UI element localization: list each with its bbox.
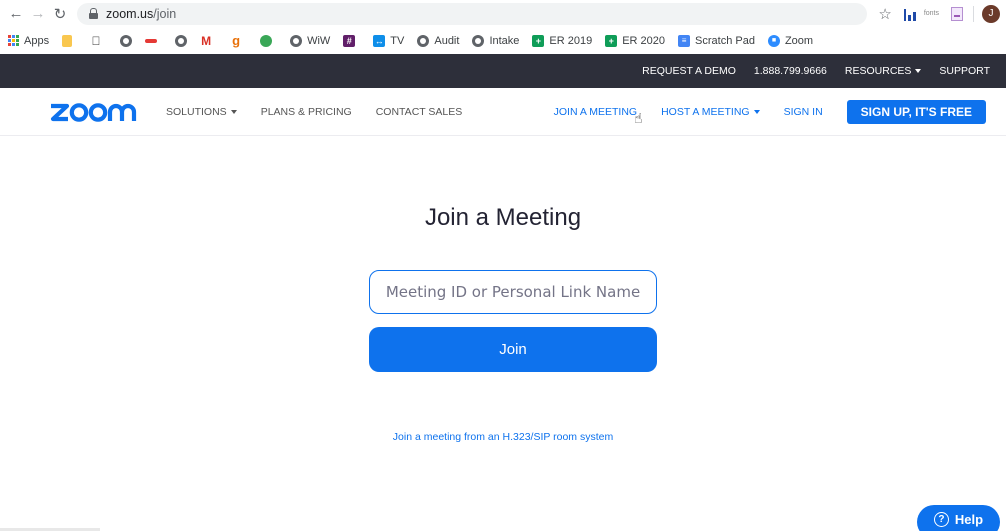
globe-icon [120, 34, 133, 47]
url-path: /join [153, 6, 177, 21]
extensions-area: ☆ fonts J [878, 0, 1006, 27]
gmail-icon: M [201, 33, 212, 48]
bookmark-folder[interactable] [62, 34, 77, 47]
sign-up-button[interactable]: SIGN UP, IT'S FREE [846, 100, 986, 124]
toolbar-divider [973, 5, 974, 22]
bookmark-green[interactable] [260, 34, 277, 47]
bookmark-slack[interactable]: # [343, 34, 360, 47]
bookmark-audit[interactable]: Audit [417, 34, 459, 47]
slack-icon: # [343, 34, 356, 47]
support-link[interactable]: SUPPORT [939, 65, 990, 77]
globe-icon [417, 34, 430, 47]
meeting-id-input[interactable] [369, 270, 657, 314]
address-bar[interactable]: zoom.us/join [77, 2, 867, 25]
question-icon: ? [933, 512, 949, 527]
bookmark-zoom[interactable]: ■ Zoom [767, 34, 813, 47]
bookmark-g[interactable]: g [230, 33, 247, 48]
docs-icon: ≡ [678, 34, 691, 47]
bookmark-intake[interactable]: Intake [472, 34, 519, 47]
red-bar-icon [145, 38, 158, 43]
reload-icon[interactable]: ↻ [49, 3, 71, 25]
bookmark-er-2019[interactable]: + ER 2019 [532, 34, 592, 47]
bookmark-red-bar[interactable] [145, 38, 162, 43]
profile-avatar[interactable]: J [982, 4, 1000, 23]
solutions-menu[interactable]: SOLUTIONS [166, 106, 237, 118]
globe-icon [175, 34, 188, 47]
zoom-logo-icon [50, 102, 137, 122]
contact-sales-link[interactable]: CONTACT SALES [376, 106, 463, 118]
bookmark-gmail[interactable]: M [200, 33, 217, 48]
teamviewer-icon: ↔ [373, 34, 386, 47]
g-icon: g [232, 33, 241, 48]
zoom-icon: ■ [767, 34, 780, 47]
bookmark-scratch-pad[interactable]: ≡ Scratch Pad [678, 34, 755, 47]
globe-icon [472, 34, 485, 47]
lock-icon [89, 8, 98, 19]
plans-pricing-link[interactable]: PLANS & PRICING [261, 106, 352, 118]
caret-down-icon [915, 69, 922, 74]
document-extension-icon[interactable] [951, 6, 963, 21]
request-demo-link[interactable]: REQUEST A DEMO [642, 65, 736, 77]
forward-arrow-icon[interactable]: → [27, 3, 49, 25]
green-blob-icon [260, 34, 273, 47]
help-button[interactable]: ? Help [917, 505, 1000, 531]
bookmark-star-icon[interactable]: ☆ [878, 5, 891, 23]
browser-toolbar: ← → ↻ zoom.us/join ☆ fonts J [0, 0, 1006, 27]
zoom-main-nav: SOLUTIONS PLANS & PRICING CONTACT SALES … [0, 88, 1006, 136]
bookmark-globe-1[interactable] [120, 34, 133, 47]
url-host: zoom.us [106, 6, 154, 21]
fonts-extension-icon[interactable]: fonts [924, 10, 939, 17]
back-arrow-icon[interactable]: ← [5, 3, 27, 25]
sign-in-link[interactable]: SIGN IN [784, 106, 823, 118]
bookmark-er-2020[interactable]: + ER 2020 [605, 34, 665, 47]
globe-icon [290, 34, 303, 47]
bookmark-apps[interactable]: Apps [8, 35, 49, 47]
bookmark-tv[interactable]: ↔ TV [373, 34, 404, 47]
zoom-logo[interactable] [50, 101, 140, 123]
resources-menu[interactable]: RESOURCES [845, 65, 922, 77]
zoom-top-bar: REQUEST A DEMO 1.888.799.9666 RESOURCES … [0, 54, 1006, 88]
bookmark-apple[interactable]:  [90, 34, 107, 48]
bookmark-globe-2[interactable] [175, 34, 188, 47]
phone-number-link[interactable]: 1.888.799.9666 [754, 65, 827, 77]
apple-icon:  [90, 34, 102, 48]
apps-grid-icon [8, 35, 19, 46]
folder-icon [62, 34, 73, 47]
caret-down-icon [753, 110, 760, 115]
host-meeting-menu[interactable]: HOST A MEETING [661, 106, 760, 118]
bookmark-wiw[interactable]: WiW [290, 34, 330, 47]
bookmarks-bar: Apps  M g WiW # ↔ TV Audit Intake + ER … [0, 27, 1006, 54]
bar-chart-extension-icon[interactable] [903, 7, 916, 21]
hand-cursor-icon: ☝ [634, 110, 643, 126]
join-meeting-link[interactable]: JOIN A MEETING [554, 106, 637, 118]
caret-down-icon [230, 109, 237, 114]
sheets-icon: + [605, 34, 618, 47]
sip-room-system-link[interactable]: Join a meeting from an H.323/SIP room sy… [0, 431, 1006, 443]
page-title: Join a Meeting [424, 204, 582, 231]
sheets-icon: + [532, 34, 545, 47]
join-button[interactable]: Join [369, 327, 657, 372]
